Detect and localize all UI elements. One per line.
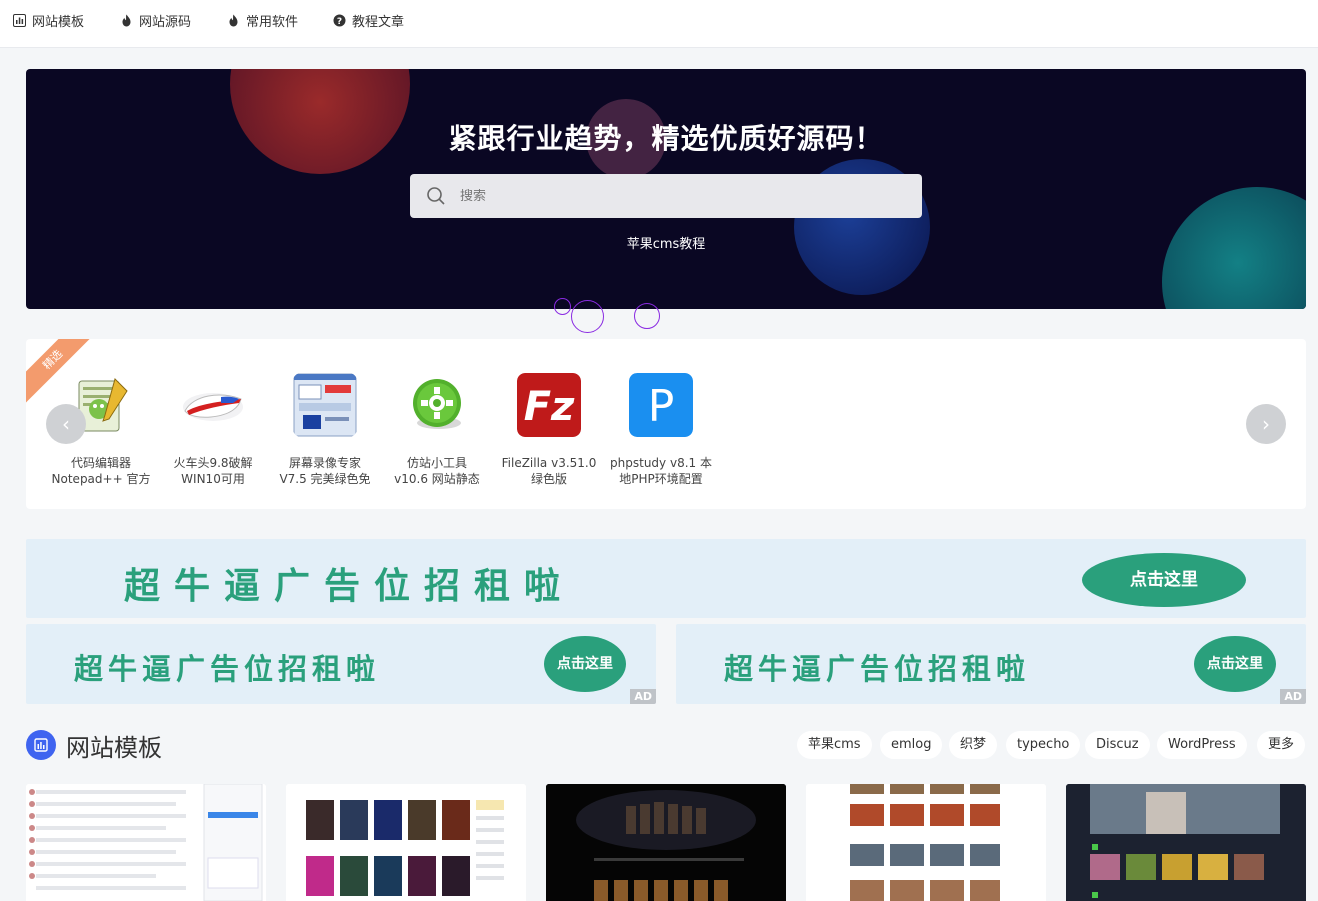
hot-search-link[interactable]: 苹果cms教程: [26, 233, 1306, 252]
ad-bubble: 点击这里: [1194, 636, 1276, 692]
chevron-right-icon: ›: [1262, 412, 1270, 436]
svg-text:P: P: [648, 381, 675, 432]
decorative-ring: [554, 298, 571, 315]
nav-item-label: 常用软件: [246, 11, 298, 30]
software-item[interactable]: P phpstudy v8.1 本地PHP环境配置: [606, 373, 716, 487]
template-preview-image: [286, 784, 526, 901]
template-preview-image: [806, 784, 1046, 901]
train-icon: [181, 373, 245, 437]
question-icon: ?: [333, 14, 346, 27]
software-item[interactable]: Fz FileZilla v3.51.0绿色版: [494, 373, 604, 487]
ad-banner-left[interactable]: 超牛逼广告位招租啦 点击这里 AD: [26, 624, 656, 704]
tag-typecho[interactable]: typecho: [1006, 731, 1080, 759]
ad-banner-wide[interactable]: 超牛逼广告位招租啦 点击这里: [26, 539, 1306, 618]
template-thumbnail[interactable]: [286, 784, 526, 901]
nav-item-label: 教程文章: [352, 11, 404, 30]
search-input[interactable]: [460, 189, 860, 204]
gear-icon: [405, 373, 469, 437]
section-chart-icon: [26, 730, 56, 760]
section-title: 网站模板: [66, 728, 162, 763]
ad-tag: AD: [630, 689, 656, 704]
decorative-ring: [571, 300, 604, 333]
template-thumbnail[interactable]: [26, 784, 266, 901]
template-preview-image: [546, 784, 786, 901]
top-nav: 网站模板 网站源码 常用软件 ? 教程文章: [0, 0, 1318, 48]
software-item[interactable]: 火车头9.8破解WIN10可用: [158, 373, 268, 487]
search-box[interactable]: [410, 174, 922, 218]
nav-item-software[interactable]: 常用软件: [227, 11, 298, 29]
tag-dedecms[interactable]: 织梦: [949, 731, 997, 759]
template-thumbnail[interactable]: [546, 784, 786, 901]
tag-applecms[interactable]: 苹果cms: [797, 731, 872, 759]
nav-item-source[interactable]: 网站源码: [120, 11, 191, 29]
hero-banner: 紧跟行业趋势，精选优质好源码！ 苹果cms教程: [26, 69, 1306, 309]
software-item[interactable]: 仿站小工具v10.6 网站静态: [382, 373, 492, 487]
svg-text:Fz: Fz: [524, 384, 575, 430]
tag-more[interactable]: 更多: [1257, 731, 1305, 759]
ad-text: 超牛逼广告位招租啦: [724, 646, 1030, 688]
ad-bubble: 点击这里: [544, 636, 626, 692]
hero-title: 紧跟行业趋势，精选优质好源码！: [26, 117, 1306, 157]
software-name: phpstudy v8.1 本地PHP环境配置: [606, 455, 716, 487]
software-name: 代码编辑器Notepad++ 官方: [46, 455, 156, 487]
template-thumbnail[interactable]: [806, 784, 1046, 901]
fire-icon: [227, 14, 240, 27]
template-thumbnail[interactable]: [1066, 784, 1306, 901]
phpstudy-icon: P: [629, 373, 693, 437]
ad-text: 超牛逼广告位招租啦: [124, 557, 574, 609]
filezilla-icon: Fz: [517, 373, 581, 437]
search-icon: [426, 186, 446, 206]
ad-text: 超牛逼广告位招租啦: [74, 646, 380, 688]
decorative-ring: [634, 303, 660, 329]
software-name: FileZilla v3.51.0绿色版: [494, 455, 604, 487]
chart-icon: [13, 14, 26, 27]
carousel-prev-button[interactable]: ‹: [46, 404, 86, 444]
chevron-left-icon: ‹: [62, 412, 70, 436]
fire-icon: [120, 14, 133, 27]
template-preview-image: [1066, 784, 1306, 901]
chart-icon: [26, 730, 56, 760]
featured-software: 精选 代码编辑器Notepad++ 官方 火车头9.8破解WIN10可用 屏幕录…: [26, 339, 1306, 509]
nav-item-label: 网站源码: [139, 11, 191, 30]
ad-banner-right[interactable]: 超牛逼广告位招租啦 点击这里 AD: [676, 624, 1306, 704]
software-name: 屏幕录像专家V7.5 完美绿色免: [270, 455, 380, 487]
screen-recorder-icon: [293, 373, 357, 437]
template-preview-image: [26, 784, 266, 901]
hot-search-label: 苹果cms教程: [627, 237, 706, 252]
nav-item-label: 网站模板: [32, 11, 84, 30]
tag-emlog[interactable]: emlog: [880, 731, 942, 759]
software-name: 火车头9.8破解WIN10可用: [158, 455, 268, 487]
software-name: 仿站小工具v10.6 网站静态: [382, 455, 492, 487]
software-item[interactable]: 屏幕录像专家V7.5 完美绿色免: [270, 373, 380, 487]
tag-discuz[interactable]: Discuz: [1085, 731, 1150, 759]
tag-wordpress[interactable]: WordPress: [1157, 731, 1247, 759]
nav-item-templates[interactable]: 网站模板: [13, 11, 84, 29]
carousel-next-button[interactable]: ›: [1246, 404, 1286, 444]
nav-item-tutorials[interactable]: ? 教程文章: [333, 11, 404, 29]
ad-tag: AD: [1280, 689, 1306, 704]
svg-text:?: ?: [337, 17, 342, 27]
ad-bubble: 点击这里: [1082, 553, 1246, 607]
